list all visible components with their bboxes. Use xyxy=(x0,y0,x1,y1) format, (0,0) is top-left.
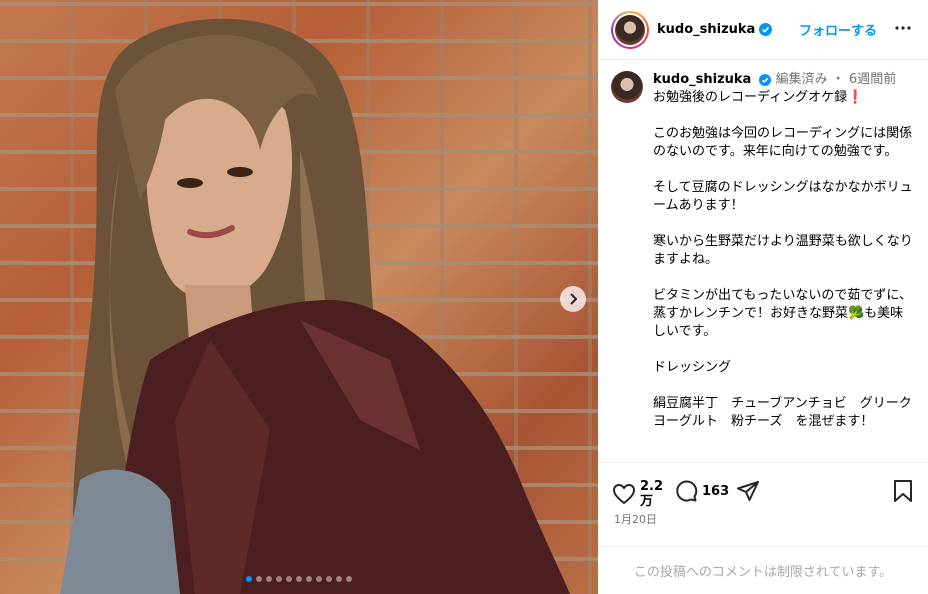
caption-text: お勉強後のレコーディングオケ録❗ このお勉強は今回のレコーディングには関係のない… xyxy=(653,89,913,431)
post-header: kudo_shizuka フォローする xyxy=(598,0,928,60)
caption-section: kudo_shizuka 編集済み ・ 6週間前 お勉強後のレコーディングオケ録… xyxy=(598,61,928,461)
carousel-dot xyxy=(306,576,312,582)
paper-plane-icon xyxy=(737,481,759,501)
heart-icon xyxy=(613,484,635,504)
caption-avatar[interactable] xyxy=(611,71,643,103)
carousel-next-button[interactable] xyxy=(560,286,586,312)
caption-paragraph: お勉強後のレコーディングオケ録❗ xyxy=(653,90,864,105)
carousel-dot xyxy=(286,576,292,582)
carousel-dot xyxy=(266,576,272,582)
header-username[interactable]: kudo_shizuka xyxy=(657,22,755,37)
comments-count[interactable]: 163 xyxy=(702,484,729,499)
bookmark-icon xyxy=(894,480,912,502)
edited-label: 編集済み xyxy=(775,72,828,87)
carousel-dot xyxy=(316,576,322,582)
caption-paragraph: ビタミンが出てもったいないので茹でずに、蒸すかレンチンで！お好きな野菜🥦も美味し… xyxy=(653,288,912,339)
like-button[interactable]: 2.2 万 xyxy=(612,479,663,509)
caption-username[interactable]: kudo_shizuka xyxy=(653,72,751,87)
story-ring-avatar[interactable] xyxy=(611,10,649,49)
comment-button[interactable]: 163 xyxy=(674,479,729,503)
likes-count[interactable]: 2.2 万 xyxy=(640,479,663,509)
carousel-dot xyxy=(256,576,262,582)
carousel-dot xyxy=(246,576,252,582)
caption-paragraph: ドレッシング xyxy=(653,360,732,375)
more-horizontal-icon[interactable] xyxy=(894,19,912,37)
carousel-indicator xyxy=(0,576,598,582)
carousel-dot xyxy=(276,576,282,582)
portrait-illustration xyxy=(60,18,570,594)
chevron-right-icon xyxy=(570,293,578,305)
post-photo[interactable] xyxy=(0,0,598,594)
verified-badge-icon xyxy=(759,23,773,36)
caption-paragraph: 寒いから生野菜だけより温野菜も欲しくなりますよね。 xyxy=(653,234,913,267)
save-button[interactable] xyxy=(892,479,914,503)
meta-separator: ・ xyxy=(831,72,845,87)
carousel-dot xyxy=(346,576,352,582)
post-time-ago[interactable]: 6週間前 xyxy=(849,72,896,87)
action-bar: 2.2 万 163 1月20日 xyxy=(598,462,928,547)
caption-meta-line: kudo_shizuka 編集済み ・ 6週間前 xyxy=(653,71,913,89)
post-panel: kudo_shizuka フォローする kudo_shizuka 編集済み ・ … xyxy=(598,0,928,594)
avatar xyxy=(615,14,645,45)
carousel-dot xyxy=(296,576,302,582)
carousel-dot xyxy=(326,576,332,582)
comments-restricted-notice: この投稿へのコメントは制限されています。 xyxy=(598,546,928,594)
caption-paragraph: 絹豆腐半丁 チューブアンチョビ グリークヨーグルト 粉チーズ を混ぜます！ xyxy=(653,396,912,429)
verified-badge-icon xyxy=(759,73,772,86)
share-button[interactable] xyxy=(736,479,760,503)
carousel-dot xyxy=(336,576,342,582)
follow-button[interactable]: フォローする xyxy=(799,20,877,39)
caption-paragraph: このお勉強は今回のレコーディングには関係のないのです。来年に向けての勉強です。 xyxy=(653,126,913,159)
comment-bubble-icon xyxy=(676,480,698,502)
caption-paragraph: そして豆腐のドレッシングはなかなかボリュームあります！ xyxy=(653,180,913,213)
post-date[interactable]: 1月20日 xyxy=(614,511,657,527)
